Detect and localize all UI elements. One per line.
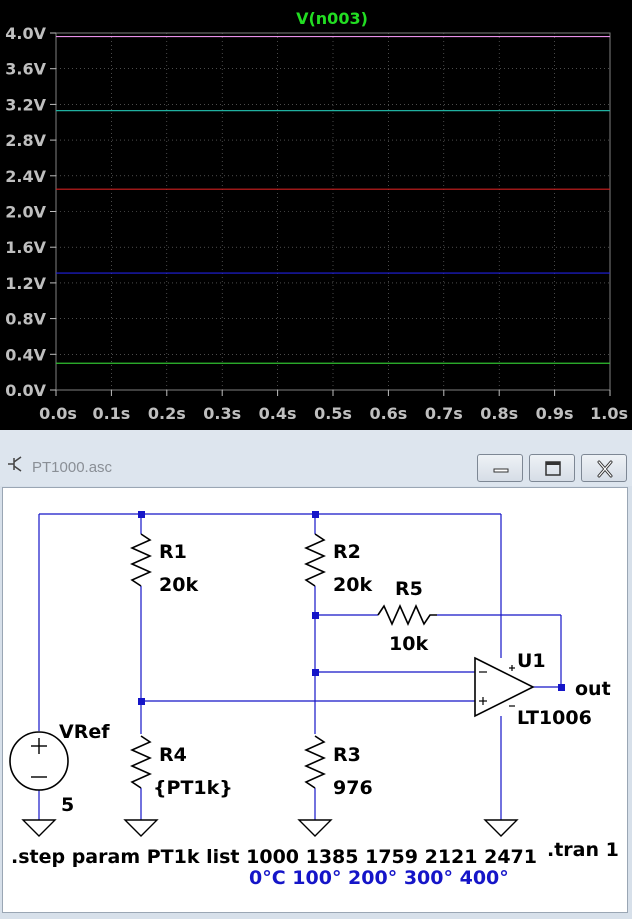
- ground-symbol-opamp: [483, 819, 519, 837]
- ground-symbol-r3: [297, 819, 333, 837]
- y-tick-label: 0.8V: [5, 310, 46, 329]
- close-icon: [597, 460, 613, 478]
- x-tick-label: 0.7s: [425, 404, 463, 423]
- u1-name[interactable]: U1: [517, 650, 546, 672]
- y-tick-label: 1.2V: [5, 274, 46, 293]
- r3-value[interactable]: 976: [333, 777, 373, 799]
- y-tick-labels: 4.0V 3.6V 3.2V 2.8V 2.4V 2.0V 1.6V 1.2V 0.8V 0.4V…: [5, 24, 56, 400]
- vref-value[interactable]: 5: [61, 794, 74, 816]
- resistor-r1[interactable]: [130, 533, 152, 587]
- waveform-plot[interactable]: 4.0V 3.6V 3.2V 2.8V 2.4V 2.0V 1.6V 1.2V 0.8V 0.4V…: [0, 0, 632, 430]
- schematic-icon: [8, 456, 22, 472]
- y-tick-label: 1.6V: [5, 238, 46, 257]
- pane-separator[interactable]: [0, 430, 632, 440]
- y-tick-label: 0.0V: [5, 381, 46, 400]
- r5-value[interactable]: 10k: [389, 633, 428, 655]
- r2-value[interactable]: 20k: [333, 574, 372, 596]
- schematic-drawing[interactable]: R1 20k R2 20k R5 10k U1 LT1006 out VRef …: [3, 488, 627, 912]
- r3-name[interactable]: R3: [333, 744, 361, 766]
- close-button[interactable]: [581, 454, 627, 482]
- window-titlebar[interactable]: PT1000.asc: [0, 440, 632, 486]
- y-tick-label: 2.0V: [5, 203, 46, 222]
- maximize-icon: [545, 461, 561, 476]
- schematic-canvas[interactable]: R1 20k R2 20k R5 10k U1 LT1006 out VRef …: [2, 487, 628, 913]
- resistor-r5[interactable]: [377, 604, 437, 626]
- minimize-icon: [493, 468, 509, 473]
- x-tick-label: 0.5s: [314, 404, 352, 423]
- vref-name[interactable]: VRef: [59, 721, 110, 743]
- r4-value[interactable]: {PT1k}: [153, 777, 233, 799]
- x-tick-label: 0.8s: [480, 404, 518, 423]
- maximize-button[interactable]: [529, 454, 575, 482]
- r5-name[interactable]: R5: [395, 578, 423, 600]
- y-tick-label: 2.8V: [5, 131, 46, 150]
- schematic-window: PT1000.asc R1 20k R2 20k R5 10k U1 LT100…: [0, 440, 632, 919]
- r4-name[interactable]: R4: [159, 744, 187, 766]
- y-tick-label: 2.4V: [5, 167, 46, 186]
- r2-name[interactable]: R2: [333, 541, 361, 563]
- net-label-out[interactable]: out: [575, 678, 611, 700]
- x-tick-label: 0.2s: [148, 404, 186, 423]
- x-tick-label: 0.6s: [369, 404, 407, 423]
- y-tick-label: 0.4V: [5, 345, 46, 364]
- resistor-r4[interactable]: [130, 735, 152, 789]
- temperature-comment[interactable]: 0°C 100° 200° 300° 400°: [249, 867, 509, 889]
- u1-model[interactable]: LT1006: [517, 707, 592, 729]
- y-tick-label: 4.0V: [5, 24, 46, 43]
- x-tick-label: 1.0s: [590, 404, 628, 423]
- tran-directive[interactable]: .tran 1: [547, 839, 619, 861]
- x-tick-label: 0.9s: [536, 404, 574, 423]
- x-tick-labels: 0.0s 0.1s 0.2s 0.3s 0.4s 0.5s 0.6s 0.7s 0.8s 0.9s…: [39, 390, 628, 423]
- trace-label[interactable]: V(n003): [296, 9, 368, 28]
- x-tick-label: 0.3s: [203, 404, 241, 423]
- step-directive[interactable]: .step param PT1k list 1000 1385 1759 212…: [11, 846, 537, 868]
- window-bottom-edge: [0, 913, 632, 919]
- r1-value[interactable]: 20k: [159, 574, 198, 596]
- window-title: PT1000.asc: [32, 459, 113, 476]
- ground-symbol-r4: [123, 819, 159, 837]
- x-tick-label: 0.0s: [39, 404, 77, 423]
- x-tick-label: 0.1s: [92, 404, 130, 423]
- resistor-r3[interactable]: [304, 735, 326, 789]
- waveform-plot-pane[interactable]: 4.0V 3.6V 3.2V 2.8V 2.4V 2.0V 1.6V 1.2V 0.8V 0.4V…: [0, 0, 632, 430]
- minimize-button[interactable]: [477, 454, 523, 482]
- resistor-r2[interactable]: [304, 533, 326, 587]
- y-tick-label: 3.6V: [5, 60, 46, 79]
- x-tick-label: 0.4s: [259, 404, 297, 423]
- r1-name[interactable]: R1: [159, 541, 187, 563]
- y-tick-label: 3.2V: [5, 95, 46, 114]
- ground-symbol-vref: [21, 819, 57, 837]
